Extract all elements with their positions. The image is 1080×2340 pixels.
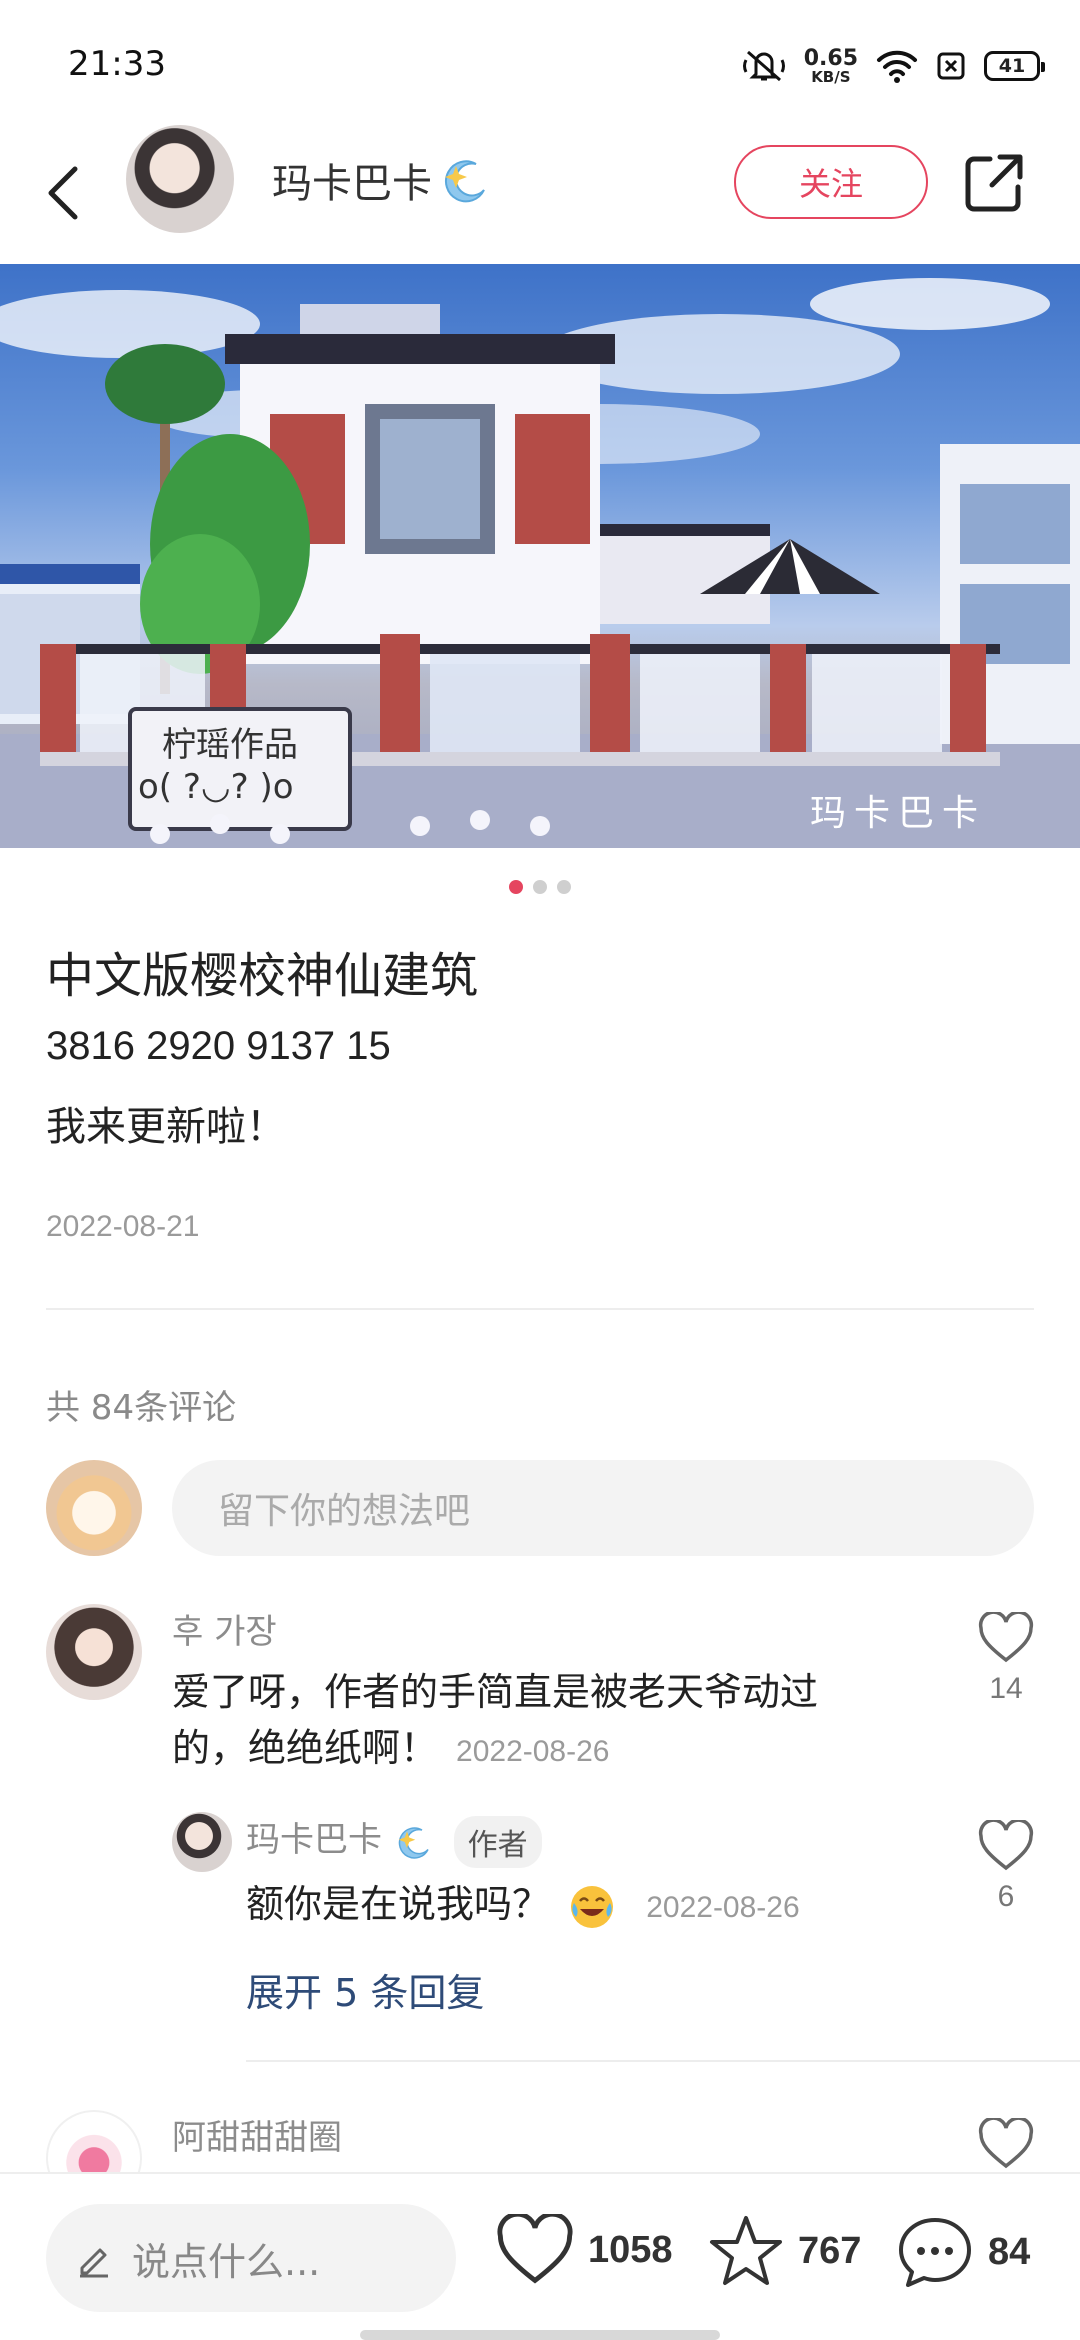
heart-icon <box>978 1820 1034 1871</box>
commenter-name[interactable]: 阿甜甜甜圈 <box>172 2110 342 2159</box>
divider <box>246 2060 1080 2062</box>
home-indicator[interactable] <box>360 2330 720 2340</box>
like-button[interactable]: 1058 <box>496 2214 673 2286</box>
image-pager <box>0 880 1080 894</box>
author-name[interactable]: 玛卡巴卡 <box>272 151 490 209</box>
reply-text: 额你是在说我吗？ 2022-08-26 <box>246 1876 800 1936</box>
collect-count: 767 <box>798 2229 862 2272</box>
comment-total: 84 <box>988 2230 1031 2273</box>
share-button[interactable] <box>960 149 1028 217</box>
post-title: 中文版樱校神仙建筑 <box>46 948 479 1004</box>
reply-like-button[interactable]: 6 <box>966 1820 1046 1914</box>
heart-icon <box>978 1612 1034 1663</box>
follow-button[interactable]: 关注 <box>734 145 928 219</box>
comment-like-button[interactable] <box>966 2118 1046 2170</box>
heart-icon <box>978 2118 1034 2169</box>
chat-bubble-icon <box>899 2218 971 2287</box>
comment-date: 2022-08-26 <box>456 1735 610 1768</box>
my-avatar <box>46 1460 142 1556</box>
divider <box>46 1308 1034 1310</box>
comment-text: 爱了呀，作者的手简直是被老天爷动过 的，绝绝纸啊！ 2022-08-26 <box>172 1670 819 1770</box>
sim-icon <box>937 52 965 80</box>
post-date: 2022-08-21 <box>46 1210 200 1243</box>
status-icons: 0.65 KB/S 41 <box>742 44 1045 88</box>
pager-dot-2[interactable] <box>533 880 547 894</box>
sign-text-line2: o( ?◡? )o <box>138 767 294 807</box>
sparkle-moon-icon <box>398 1826 429 1859</box>
image-watermark: 玛卡巴卡 <box>810 793 987 834</box>
commenter-name[interactable]: 후 가장 <box>172 1604 277 1653</box>
comments-button[interactable]: 84 <box>896 2214 1030 2290</box>
status-time: 21:33 <box>68 44 166 84</box>
status-bar: 21:33 0.65 KB/S 41 <box>0 0 1080 130</box>
wifi-icon <box>877 50 917 83</box>
comment-like-button[interactable]: 14 <box>966 1612 1046 1706</box>
pencil-icon <box>80 2248 108 2278</box>
network-speed: 0.65 KB/S <box>803 45 858 86</box>
sign-text-line1: 柠瑶作品 <box>162 725 298 765</box>
say-something-input[interactable]: 说点什么... <box>46 2204 456 2312</box>
author-avatar[interactable] <box>126 125 234 233</box>
pager-dot-3[interactable] <box>557 880 571 894</box>
collect-button[interactable]: 767 <box>708 2214 861 2288</box>
like-count: 1058 <box>588 2228 673 2271</box>
commenter-avatar[interactable] <box>46 1604 142 1700</box>
sparkle-moon-icon <box>445 160 485 203</box>
post-header: 玛卡巴卡 关注 <box>0 125 1080 260</box>
battery-icon: 41 <box>984 51 1045 81</box>
back-icon <box>48 166 78 220</box>
post-image[interactable]: 柠瑶作品 o( ?◡? )o 玛卡巴卡 <box>0 264 1080 848</box>
back-button[interactable] <box>38 153 88 233</box>
expand-replies-link[interactable]: 展开 5 条回复 <box>246 1962 484 2017</box>
share-icon <box>965 154 1023 212</box>
reply-author-name[interactable]: 玛卡巴卡 作者 <box>246 1812 542 1868</box>
star-icon <box>710 2216 782 2285</box>
reply-date: 2022-08-26 <box>646 1891 800 1924</box>
laughing-crying-emoji-icon <box>571 1885 614 1928</box>
bottom-action-bar: 说点什么... 1058 767 84 <box>0 2172 1080 2340</box>
author-tag: 作者 <box>453 1815 542 1868</box>
post-body-line2: 我来更新啦！ <box>46 1104 286 1150</box>
comment-count: 共 84条评论 <box>46 1388 237 1428</box>
pager-dot-1[interactable] <box>509 880 523 894</box>
comment-input[interactable]: 留下你的想法吧 <box>172 1460 1034 1556</box>
post-body-line1: 3816 2920 9137 15 <box>46 1024 391 1068</box>
heart-icon <box>497 2214 573 2284</box>
reply-author-avatar[interactable] <box>172 1812 232 1872</box>
mute-icon <box>742 50 785 82</box>
